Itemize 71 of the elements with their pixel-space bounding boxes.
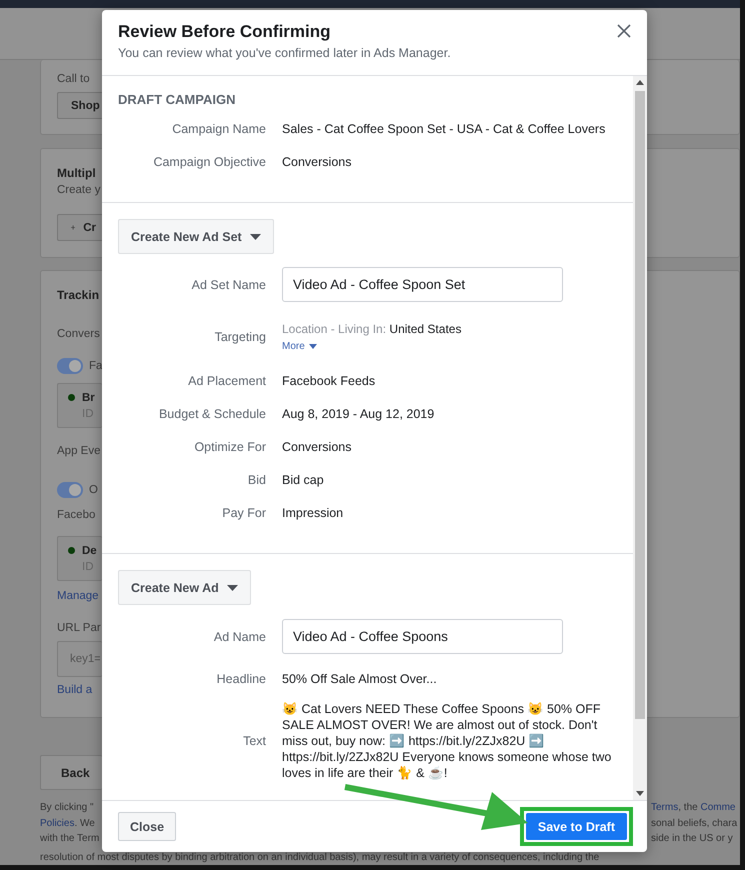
close-button[interactable]: Close [118, 812, 176, 841]
ad-text: 😺 Cat Lovers NEED These Coffee Spoons 😺 50% OFF SALE ALMOST OVER! We are almost out of stock. Don't miss out, buy now: ➡ https://bit.ly/2ZJx82U ➡ https://bit.ly/2ZJx82U Everyone knows someone whose two loves in life are their 🐈 & ☕! [282, 701, 612, 781]
scroll-down-icon[interactable] [636, 791, 644, 796]
field-value: Impression [282, 506, 344, 520]
legal-text: By clicking " [40, 801, 95, 815]
section-heading: Trackin [57, 287, 100, 303]
toggle-label: Fa [89, 358, 102, 374]
field-label: Text [242, 734, 266, 748]
legal-text: sonal beliefs, chara [651, 816, 738, 831]
field-label: Campaign Name [171, 122, 266, 136]
more-link[interactable]: More [282, 341, 317, 352]
text-link[interactable]: Build a [57, 683, 92, 698]
create-button[interactable]: Cr [57, 214, 102, 241]
toggle-switch[interactable] [57, 482, 83, 498]
input-field[interactable]: Video Ad - Coffee Spoons [282, 619, 563, 654]
field-label: Ad Set Name [190, 278, 266, 292]
field-label: Campaign Objective [152, 154, 266, 168]
status-dot [68, 394, 75, 401]
field-value: Aug 8, 2019 - Aug 12, 2019 [282, 406, 434, 420]
field-label: App Eve [57, 444, 100, 459]
field-label: Optimize For [193, 440, 266, 454]
close-icon [617, 24, 631, 38]
field-value: Facebook Feeds [282, 374, 376, 388]
dropdown-button[interactable]: Create New Ad [118, 570, 251, 605]
section-heading: Multipl [57, 165, 96, 181]
legal-link[interactable]: Policies [40, 818, 74, 829]
field-label: Headline [216, 672, 266, 686]
status-title: De [82, 544, 98, 558]
status-title: Br [82, 390, 96, 406]
text-link[interactable]: Manage [57, 589, 99, 604]
dialog-subtitle: You can review what you've confirmed later in Ads Manager. [118, 45, 451, 61]
field-value: Conversions [282, 154, 352, 168]
field-label: Budget & Schedule [158, 406, 266, 420]
shop-button[interactable]: Shop [57, 92, 102, 119]
field-value: 50% Off Sale Almost Over... [282, 672, 437, 686]
field-label: Pay For [221, 506, 266, 520]
legal-link[interactable]: Terms [651, 802, 678, 813]
caret-icon [308, 344, 317, 349]
legal-text: side in the US or y [651, 832, 734, 846]
field-label: Call to [57, 72, 90, 87]
legal-text: resolution of most disputes by binding arbitration on an individual basis), may result in a variety of consequences, including the [39, 852, 600, 864]
field-label: URL Par [57, 621, 101, 636]
field-label: Facebo [57, 508, 96, 523]
legal-text: Terms, the Comme [651, 801, 736, 815]
field-label: Create y [57, 183, 100, 198]
input-field[interactable]: Video Ad - Coffee Spoon Set [282, 267, 563, 302]
legal-link[interactable]: Comme [700, 802, 736, 813]
scroll-up-icon[interactable] [636, 80, 644, 85]
caret-icon [250, 234, 261, 240]
field-value: Sales - Cat Coffee Spoon Set - USA - Cat & Coffee Lovers [282, 122, 606, 136]
toggle-switch[interactable] [57, 358, 83, 374]
field-value: Conversions [282, 440, 352, 454]
dropdown-button[interactable]: Create New Ad Set [118, 219, 274, 254]
legal-text: with the Term [40, 832, 100, 846]
targeting-value: Location - Living In: United States [282, 322, 462, 337]
dialog-title: Review Before Confirming [118, 21, 332, 42]
caret-icon [226, 584, 238, 590]
legal-text: Policies. We [40, 816, 96, 831]
field-label: Ad Name [212, 630, 266, 644]
close-button[interactable] [615, 22, 633, 40]
field-label: Convers [57, 327, 100, 342]
scrollbar[interactable] [633, 76, 647, 800]
toggle-label: O [89, 482, 98, 498]
section-heading: DRAFT CAMPAIGN [118, 92, 236, 108]
save-to-draft-button[interactable]: Save to Draft [526, 813, 627, 840]
field-label: Bid [246, 472, 266, 486]
status-dot [68, 547, 75, 554]
back-button[interactable]: Back [40, 755, 102, 790]
field-label: Targeting [214, 330, 266, 344]
field-label: Ad Placement [187, 374, 266, 388]
field-value: Bid cap [282, 472, 324, 486]
